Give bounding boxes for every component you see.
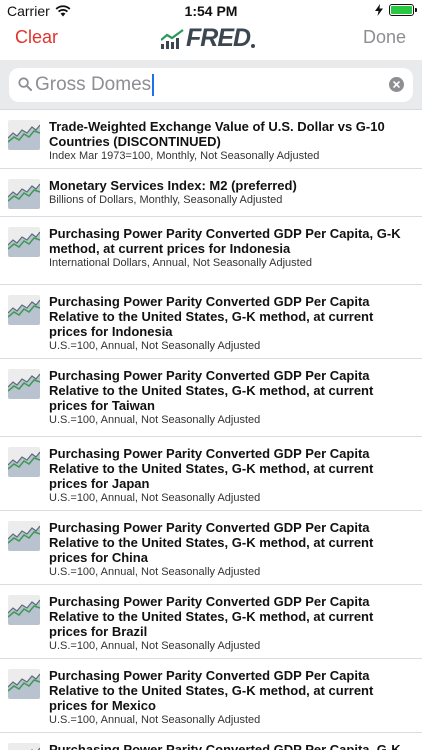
series-chart-icon [8,447,40,477]
result-row[interactable]: Monetary Services Index: M2 (preferred) B… [0,169,422,217]
series-chart-icon [8,179,40,209]
result-row[interactable]: Purchasing Power Parity Converted GDP Pe… [0,437,422,511]
result-title: Monetary Services Index: M2 (preferred) [49,178,297,193]
result-row[interactable]: Purchasing Power Parity Converted GDP Pe… [0,217,422,285]
result-title: Purchasing Power Parity Converted GDP Pe… [49,226,401,256]
series-chart-icon [8,521,40,551]
battery-icon [389,4,417,16]
search-icon [18,77,32,91]
result-title: Trade-Weighted Exchange Value of U.S. Do… [49,119,385,149]
clear-search-icon[interactable] [389,77,404,92]
result-subtitle: Billions of Dollars, Monthly, Seasonally… [49,194,283,206]
search-input[interactable]: Gross Domes [9,68,413,102]
series-chart-icon [8,743,40,750]
text-caret [152,74,155,96]
status-time: 1:54 PM [184,3,238,19]
result-row[interactable]: Purchasing Power Parity Converted GDP Pe… [0,511,422,585]
results-list: Trade-Weighted Exchange Value of U.S. Do… [0,110,422,750]
logo-chart-icon [161,28,184,49]
fred-logo: FRED [161,24,256,53]
result-row[interactable]: Purchasing Power Parity Converted GDP Pe… [0,659,422,733]
result-row[interactable]: Purchasing Power Parity Converted GDP Pe… [0,733,422,750]
result-subtitle: U.S.=100, Annual, Not Seasonally Adjuste… [49,714,261,726]
battery-level [391,6,412,14]
series-chart-icon [8,669,40,699]
clear-button[interactable]: Clear [15,27,58,48]
result-subtitle: U.S.=100, Annual, Not Seasonally Adjuste… [49,414,261,426]
result-title: Purchasing Power Parity Converted GDP Pe… [49,368,374,413]
result-row[interactable]: Purchasing Power Parity Converted GDP Pe… [0,359,422,437]
result-row[interactable]: Purchasing Power Parity Converted GDP Pe… [0,285,422,359]
series-chart-icon [8,595,40,625]
result-title: Purchasing Power Parity Converted GDP Pe… [49,668,374,713]
result-subtitle: U.S.=100, Annual, Not Seasonally Adjuste… [49,640,261,652]
status-bar: Carrier 1:54 PM [0,0,422,22]
done-button[interactable]: Done [363,27,406,48]
result-title: Purchasing Power Parity Converted GDP Pe… [49,294,374,339]
result-subtitle: U.S.=100, Annual, Not Seasonally Adjuste… [49,566,261,578]
result-title: Purchasing Power Parity Converted GDP Pe… [49,520,374,565]
logo-text: FRED [186,24,251,52]
result-title: Purchasing Power Parity Converted GDP Pe… [49,742,401,750]
result-subtitle: U.S.=100, Annual, Not Seasonally Adjuste… [49,492,261,504]
series-chart-icon [8,120,40,150]
search-area: Gross Domes [0,60,422,110]
search-value: Gross Domes [35,74,155,96]
result-row[interactable]: Purchasing Power Parity Converted GDP Pe… [0,585,422,659]
result-subtitle: International Dollars, Annual, Not Seaso… [49,257,312,269]
result-title: Purchasing Power Parity Converted GDP Pe… [49,594,374,639]
result-row[interactable]: Trade-Weighted Exchange Value of U.S. Do… [0,110,422,169]
result-subtitle: U.S.=100, Annual, Not Seasonally Adjuste… [49,340,261,352]
charging-icon [375,4,383,16]
logo-dot [251,43,256,48]
series-chart-icon [8,227,40,257]
result-subtitle: Index Mar 1973=100, Monthly, Not Seasona… [49,150,320,162]
search-text: Gross Domes [35,74,152,95]
series-chart-icon [8,295,40,325]
nav-bar: Clear FRED Done [0,22,422,58]
result-title: Purchasing Power Parity Converted GDP Pe… [49,446,374,491]
status-right [375,4,417,16]
series-chart-icon [8,369,40,399]
